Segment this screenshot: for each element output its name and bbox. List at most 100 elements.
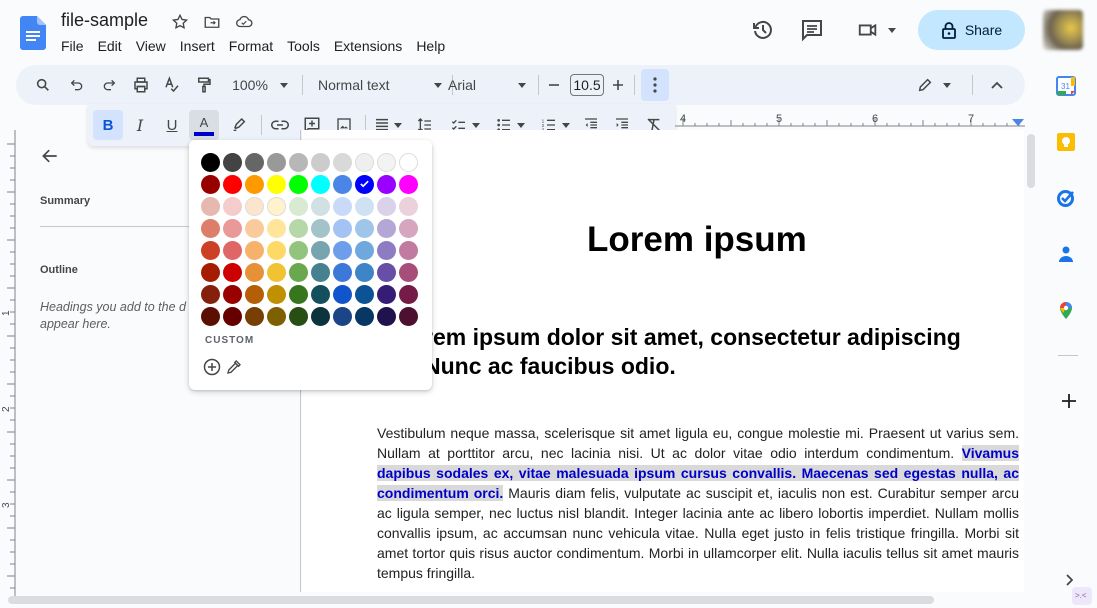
color-swatch[interactable]	[201, 153, 220, 172]
color-swatch[interactable]	[201, 175, 220, 194]
menu-extensions[interactable]: Extensions	[327, 36, 409, 56]
color-swatch[interactable]	[355, 263, 374, 282]
menu-tools[interactable]: Tools	[280, 36, 327, 56]
color-swatch[interactable]	[267, 263, 286, 282]
color-swatch[interactable]	[289, 285, 308, 304]
color-swatch[interactable]	[267, 175, 286, 194]
color-swatch[interactable]	[377, 307, 396, 326]
increase-font-size-button[interactable]	[610, 65, 626, 105]
color-swatch[interactable]	[333, 285, 352, 304]
color-swatch[interactable]	[355, 285, 374, 304]
color-swatch[interactable]	[201, 197, 220, 216]
color-swatch[interactable]	[267, 153, 286, 172]
color-swatch[interactable]	[267, 285, 286, 304]
print-icon[interactable]	[130, 65, 152, 105]
editing-mode-select[interactable]	[914, 65, 954, 105]
font-size-input[interactable]: 10.5	[569, 65, 605, 105]
color-swatch[interactable]	[333, 307, 352, 326]
font-family-select[interactable]: Arial	[448, 65, 528, 105]
document-title[interactable]: file-sample	[61, 10, 148, 31]
calendar-icon[interactable]: 31	[1056, 76, 1080, 100]
color-swatch[interactable]	[201, 241, 220, 260]
color-swatch[interactable]	[245, 263, 264, 282]
color-swatch[interactable]	[223, 285, 242, 304]
color-swatch[interactable]	[333, 175, 352, 194]
vertical-ruler[interactable]: 1 2 3	[0, 130, 16, 600]
share-button[interactable]: Share	[918, 10, 1025, 50]
menu-view[interactable]: View	[129, 36, 173, 56]
close-outline-button[interactable]	[40, 146, 60, 166]
doc-body-paragraph[interactable]: Vestibulum neque massa, scelerisque sit …	[377, 423, 1019, 583]
color-swatch[interactable]	[289, 175, 308, 194]
color-swatch[interactable]	[333, 197, 352, 216]
color-swatch[interactable]	[399, 153, 418, 172]
color-swatch[interactable]	[245, 197, 264, 216]
menu-edit[interactable]: Edit	[91, 36, 129, 56]
color-swatch[interactable]	[289, 197, 308, 216]
color-swatch[interactable]	[223, 197, 242, 216]
right-indent-marker[interactable]	[1012, 119, 1024, 126]
color-swatch[interactable]	[355, 175, 374, 194]
color-swatch[interactable]	[245, 219, 264, 238]
redo-icon[interactable]	[98, 65, 120, 105]
color-swatch[interactable]	[267, 241, 286, 260]
menu-help[interactable]: Help	[409, 36, 452, 56]
color-swatch[interactable]	[223, 175, 242, 194]
menu-format[interactable]: Format	[222, 36, 280, 56]
keep-icon[interactable]	[1056, 132, 1080, 156]
color-swatch[interactable]	[289, 219, 308, 238]
search-menus-icon[interactable]	[32, 65, 54, 105]
docs-logo[interactable]	[20, 16, 46, 50]
color-swatch[interactable]	[311, 197, 330, 216]
color-swatch[interactable]	[377, 153, 396, 172]
meet-button[interactable]	[853, 17, 899, 43]
color-swatch[interactable]	[399, 307, 418, 326]
color-swatch[interactable]	[333, 241, 352, 260]
doc-subheading[interactable]: rem ipsum dolor sit amet, consectetur ad…	[424, 323, 961, 381]
comments-icon[interactable]	[799, 17, 825, 43]
add-custom-color-button[interactable]	[203, 358, 221, 376]
color-swatch[interactable]	[311, 219, 330, 238]
color-swatch[interactable]	[201, 219, 220, 238]
color-swatch[interactable]	[399, 219, 418, 238]
eyedropper-button[interactable]	[225, 358, 243, 376]
star-icon[interactable]	[170, 12, 190, 32]
color-swatch[interactable]	[399, 241, 418, 260]
color-swatch[interactable]	[377, 263, 396, 282]
color-swatch[interactable]	[223, 241, 242, 260]
color-swatch[interactable]	[333, 219, 352, 238]
paint-format-icon[interactable]	[193, 65, 215, 105]
color-swatch[interactable]	[399, 263, 418, 282]
color-swatch[interactable]	[355, 307, 374, 326]
color-swatch[interactable]	[311, 175, 330, 194]
color-swatch[interactable]	[377, 197, 396, 216]
spellcheck-icon[interactable]	[161, 65, 183, 105]
color-swatch[interactable]	[355, 197, 374, 216]
assistant-icon[interactable]: >.<	[1072, 587, 1092, 605]
contacts-icon[interactable]	[1056, 244, 1080, 268]
color-swatch[interactable]	[245, 175, 264, 194]
color-swatch[interactable]	[311, 285, 330, 304]
color-swatch[interactable]	[355, 153, 374, 172]
color-swatch[interactable]	[223, 263, 242, 282]
decrease-font-size-button[interactable]	[546, 65, 562, 105]
version-history-icon[interactable]	[750, 17, 776, 43]
get-add-ons-button[interactable]	[1058, 390, 1080, 412]
more-options-button[interactable]	[641, 69, 669, 101]
show-side-panel-button[interactable]	[1062, 572, 1076, 588]
color-swatch[interactable]	[245, 241, 264, 260]
account-avatar[interactable]	[1043, 10, 1083, 50]
color-swatch[interactable]	[223, 307, 242, 326]
color-swatch[interactable]	[311, 153, 330, 172]
menu-insert[interactable]: Insert	[173, 36, 222, 56]
hide-menus-button[interactable]	[986, 65, 1008, 105]
zoom-select[interactable]: 100%	[228, 65, 292, 105]
color-swatch[interactable]	[311, 241, 330, 260]
color-swatch[interactable]	[333, 153, 352, 172]
horizontal-ruler[interactable]: 4 5 6 7	[675, 110, 1030, 130]
color-swatch[interactable]	[223, 153, 242, 172]
tasks-icon[interactable]	[1056, 188, 1080, 212]
undo-icon[interactable]	[66, 65, 88, 105]
color-swatch[interactable]	[289, 153, 308, 172]
color-swatch[interactable]	[201, 307, 220, 326]
